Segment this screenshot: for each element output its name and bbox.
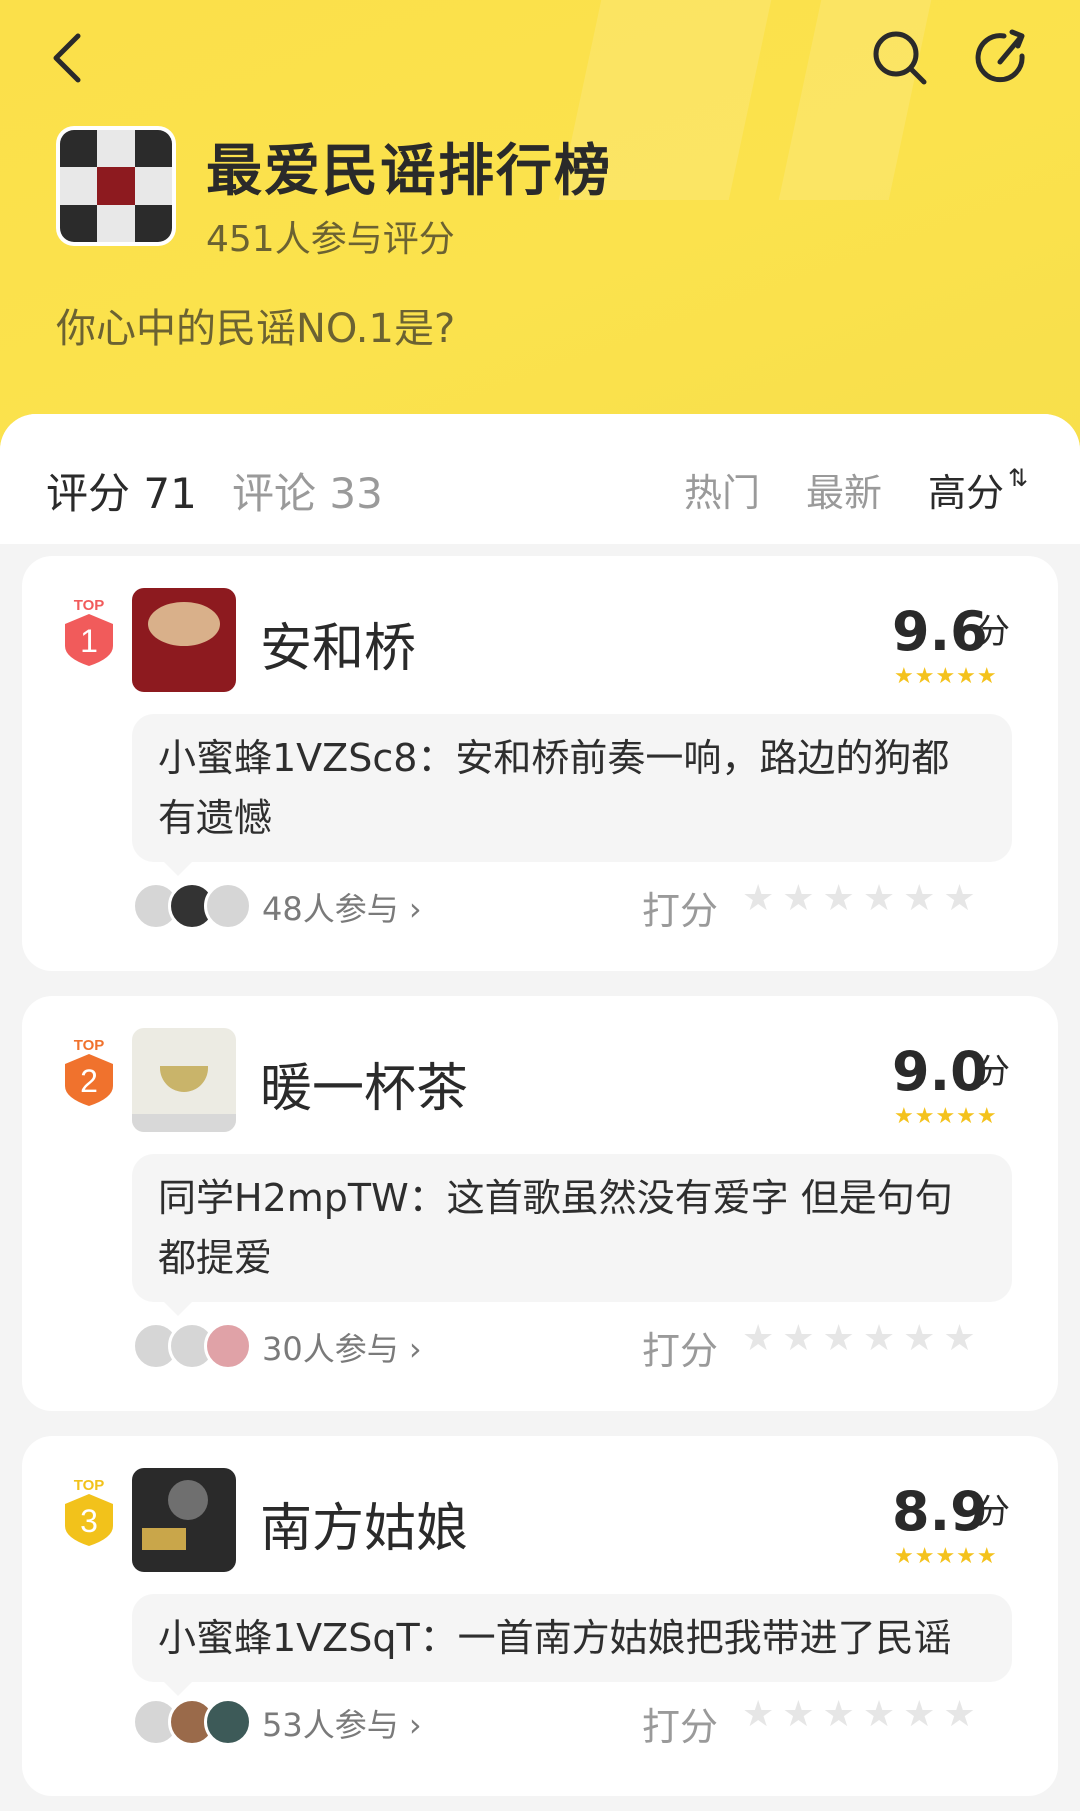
- song-score: 9.0: [892, 1040, 988, 1103]
- song-cover: [132, 1468, 236, 1572]
- badge-top-label: TOP: [74, 1477, 105, 1494]
- avatar: [204, 882, 252, 930]
- back-icon: [53, 33, 81, 83]
- avatar: [204, 1322, 252, 1370]
- song-cover: [132, 1028, 236, 1132]
- badge-top-label: TOP: [74, 597, 105, 614]
- tab-comment[interactable]: 评论 33: [232, 460, 383, 521]
- rank-number: 2: [80, 1063, 98, 1099]
- score-unit: 分: [976, 1492, 1010, 1532]
- rank-badge: TOP 2: [60, 1036, 118, 1106]
- sort-hot[interactable]: 热门: [684, 462, 760, 517]
- playlist-question: 你心中的民谣NO.1是?: [56, 306, 456, 352]
- score-stars: ★★★★★: [894, 664, 998, 689]
- chevron-right-icon: ›: [408, 1330, 422, 1368]
- top-comment[interactable]: 小蜜蜂1VZSc8：安和桥前奏一响，路边的狗都有遗憾: [132, 714, 1012, 876]
- share-icon: [975, 29, 1025, 83]
- search-button[interactable]: [868, 26, 932, 90]
- rank-number: 1: [80, 623, 98, 659]
- rate-stars-input[interactable]: ★★★★★★: [742, 1318, 984, 1359]
- cover-collage: [60, 130, 172, 242]
- ranking-card-1[interactable]: TOP 1 安和桥 9.6 分 ★★★★★ 小蜜蜂1VZSc8：安和桥前奏一响，…: [22, 556, 1058, 971]
- participant-avatars: [132, 882, 252, 930]
- playlist-title: 最爱民谣排行榜: [206, 139, 612, 204]
- playlist-cover: [56, 126, 176, 246]
- ranking-card-3[interactable]: TOP 3 南方姑娘 8.9 分 ★★★★★ 小蜜蜂1VZSqT：一首南方姑娘把…: [22, 1436, 1058, 1796]
- rank-badge: TOP 1: [60, 596, 118, 666]
- score-unit: 分: [976, 612, 1010, 652]
- rate-label: 打分: [642, 1329, 719, 1373]
- participant-avatars: [132, 1322, 252, 1370]
- score-stars: ★★★★★: [894, 1544, 998, 1569]
- chevron-right-icon: ›: [408, 890, 422, 928]
- tabs-bar: 评分 71 评论 33 热门 最新 高分 ⇅: [0, 414, 1080, 544]
- rate-stars-input[interactable]: ★★★★★★: [742, 1694, 984, 1735]
- score-stars: ★★★★★: [894, 1104, 998, 1129]
- avatar: [204, 1698, 252, 1746]
- participants-link[interactable]: 48人参与 ›: [262, 884, 422, 930]
- song-cover: [132, 588, 236, 692]
- sort-new[interactable]: 最新: [806, 462, 882, 517]
- participant-avatars: [132, 1698, 252, 1746]
- search-icon: [873, 31, 927, 85]
- ranking-card-2[interactable]: TOP 2 暖一杯茶 9.0 分 ★★★★★ 同学H2mpTW：这首歌虽然没有爱…: [22, 996, 1058, 1411]
- song-title[interactable]: 暖一杯茶: [260, 1046, 468, 1121]
- sort-arrow-icon: ⇅: [1008, 464, 1029, 492]
- rank-number: 3: [80, 1503, 98, 1539]
- song-score: 9.6: [892, 600, 988, 663]
- back-button[interactable]: [36, 26, 100, 90]
- top-comment[interactable]: 同学H2mpTW：这首歌虽然没有爱字 但是句句都提爱: [132, 1154, 1012, 1316]
- song-title[interactable]: 南方姑娘: [260, 1486, 468, 1561]
- chevron-right-icon: ›: [408, 1706, 422, 1744]
- participants-link[interactable]: 30人参与 ›: [262, 1324, 422, 1370]
- song-score: 8.9: [892, 1480, 988, 1543]
- score-unit: 分: [976, 1052, 1010, 1092]
- participants-link[interactable]: 53人参与 ›: [262, 1700, 422, 1746]
- badge-top-label: TOP: [74, 1037, 105, 1054]
- rate-stars-input[interactable]: ★★★★★★: [742, 878, 984, 919]
- song-title[interactable]: 安和桥: [260, 606, 416, 681]
- ranking-panel: 评分 71 评论 33 热门 最新 高分 ⇅ TOP 1 安和桥 9.6 分 ★…: [0, 414, 1080, 1811]
- rate-label: 打分: [642, 1705, 719, 1749]
- header: 最爱民谣排行榜 451人参与评分 你心中的民谣NO.1是?: [0, 0, 1080, 470]
- participants-count: 451人参与评分: [206, 219, 455, 260]
- rank-badge: TOP 3: [60, 1476, 118, 1546]
- rate-label: 打分: [642, 889, 719, 933]
- tab-rating[interactable]: 评分 71: [46, 460, 197, 521]
- top-comment[interactable]: 小蜜蜂1VZSqT：一首南方姑娘把我带进了民谣: [132, 1594, 1012, 1696]
- sort-high[interactable]: 高分: [928, 462, 1004, 517]
- share-button[interactable]: [970, 26, 1034, 90]
